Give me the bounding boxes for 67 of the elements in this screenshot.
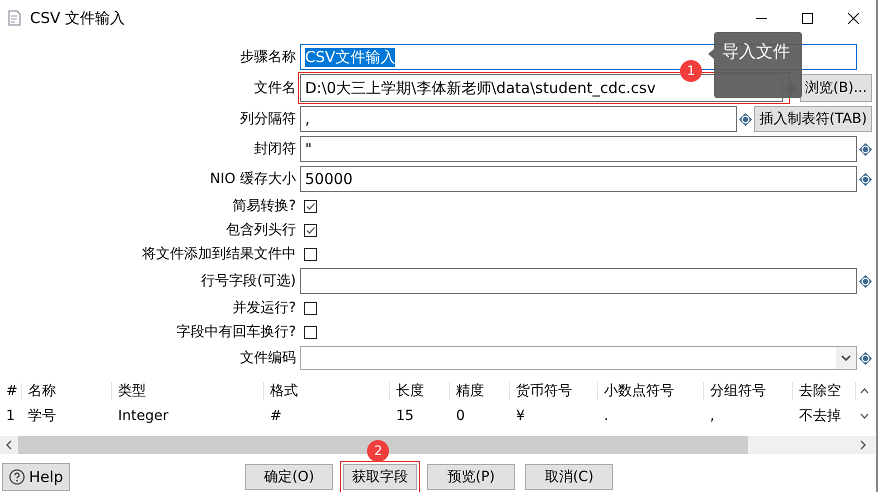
- variable-icon[interactable]: [859, 142, 872, 156]
- variable-icon[interactable]: [739, 112, 752, 126]
- maximize-icon: [802, 12, 812, 24]
- column-header[interactable]: 格式: [264, 382, 390, 400]
- field-label: 包含列头行: [225, 221, 297, 239]
- browse-button[interactable]: 浏览(B)...: [800, 74, 872, 102]
- column-header[interactable]: 小数点符号: [598, 382, 704, 400]
- field-label: 简易转换?: [232, 197, 297, 215]
- variable-icon[interactable]: [859, 172, 872, 186]
- help-icon: [9, 469, 25, 485]
- table-cell-text: 15: [395, 408, 415, 424]
- chevron-down-icon: [841, 354, 851, 362]
- horizontal-scrollbar[interactable]: [0, 436, 876, 454]
- table-cell-text: ¥: [515, 408, 526, 424]
- column-header[interactable]: 精度: [450, 382, 510, 400]
- text-field[interactable]: ": [300, 136, 857, 162]
- column-header[interactable]: 分组符号: [704, 382, 793, 400]
- scroll-up-icon[interactable]: [860, 388, 868, 394]
- tooltip: 导入文件: [714, 32, 802, 98]
- field-label: 封闭符: [253, 140, 297, 158]
- variable-icon[interactable]: [859, 274, 872, 288]
- field-label: 文件名: [253, 79, 297, 97]
- field-label: NIO 缓存大小: [208, 170, 297, 188]
- check-icon: [305, 200, 316, 212]
- checkbox[interactable]: [304, 248, 317, 260]
- column-header[interactable]: 名称: [22, 382, 112, 400]
- table-cell-text: Integer: [117, 408, 170, 424]
- field-label: 文件编码: [239, 349, 297, 367]
- table-cell-text: .: [603, 408, 610, 424]
- field-label: 行号字段(可选): [200, 272, 297, 290]
- table-cell-text: 不去掉: [798, 406, 842, 424]
- table-cell-text: 学号: [27, 406, 57, 424]
- column-header[interactable]: 类型: [112, 382, 264, 400]
- table-cell-text: ,: [709, 408, 716, 424]
- dialog-button[interactable]: 预览(P): [427, 464, 516, 490]
- checkbox[interactable]: [304, 326, 317, 338]
- table-cell-text: 0: [455, 408, 466, 424]
- text-field[interactable]: [300, 268, 857, 294]
- column-header[interactable]: 货币符号: [510, 382, 598, 400]
- field-label: 步骤名称: [239, 48, 297, 66]
- dialog-button[interactable]: 确定(O): [245, 464, 334, 490]
- field-label: 列分隔符: [239, 110, 297, 128]
- checkbox[interactable]: [304, 302, 317, 314]
- check-icon: [305, 224, 316, 236]
- insert-tab-button[interactable]: 插入制表符(TAB): [754, 106, 872, 132]
- checkbox[interactable]: [304, 200, 317, 212]
- text-field[interactable]: 50000: [300, 166, 857, 192]
- column-header[interactable]: 长度: [390, 382, 450, 400]
- document-icon: [8, 10, 22, 26]
- window-title: CSV 文件输入: [30, 8, 126, 28]
- dialog-button[interactable]: 取消(C): [525, 464, 614, 490]
- step-marker: 2: [367, 440, 390, 462]
- field-label: 字段中有回车换行?: [176, 323, 297, 341]
- tooltip-arrow-icon: [708, 49, 714, 59]
- dialog-button[interactable]: 获取字段: [343, 464, 418, 490]
- table-cell-text: 1: [5, 408, 16, 424]
- text-field[interactable]: ,: [300, 106, 738, 132]
- column-header[interactable]: #: [0, 382, 22, 398]
- table-cell-text: #: [269, 408, 283, 424]
- field-label: 将文件添加到结果文件中: [141, 245, 297, 263]
- variable-icon[interactable]: [859, 352, 872, 364]
- column-header[interactable]: 去除空: [793, 382, 856, 400]
- field-label: 并发运行?: [232, 299, 297, 317]
- help-button[interactable]: Help: [2, 463, 70, 491]
- scroll-down-icon[interactable]: [860, 412, 868, 418]
- checkbox[interactable]: [304, 224, 317, 236]
- close-icon: [848, 12, 858, 24]
